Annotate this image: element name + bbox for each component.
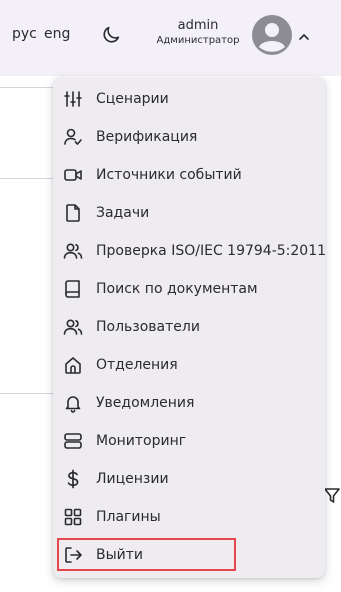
avatar[interactable] [252,15,292,55]
bell-icon [63,393,83,413]
video-icon [63,165,83,185]
menu-item-label: Выйти [96,547,144,563]
menu-item-label: Задачи [96,205,150,221]
user-info[interactable]: admin Администратор [150,18,246,48]
menu-item-licenses[interactable]: Лицензии [63,464,325,494]
menu-item-verification[interactable]: Верификация [63,122,325,152]
menu-item-users[interactable]: Пользователи [63,312,325,342]
menu-item-monitoring[interactable]: Мониторинг [63,426,325,456]
language-en-button[interactable]: eng [44,26,70,42]
menu-item-label: Поиск по документам [96,281,258,297]
menu-item-plugins[interactable]: Плагины [63,502,325,532]
users-icon [63,241,83,261]
menu-item-label: Мониторинг [96,433,187,449]
filter-icon[interactable] [323,486,341,506]
menu-item-label: Плагины [96,509,161,525]
server-icon [63,431,83,451]
users-icon [63,317,83,337]
menu-item-tasks[interactable]: Задачи [63,198,325,228]
menu-item-label: Верификация [96,129,198,145]
language-ru-button[interactable]: рус [12,26,37,42]
moon-icon[interactable] [100,24,122,46]
chevron-up-icon[interactable] [297,29,311,43]
background-divider [0,178,60,179]
user-name: admin [177,18,219,33]
menu-item-document-search[interactable]: Поиск по документам [63,274,325,304]
logout-icon [63,545,83,565]
dollar-icon [63,469,83,489]
user-dropdown-menu: Сценарии Верификация Источники событий З… [53,77,327,578]
menu-item-logout[interactable]: Выйти [63,540,325,570]
grid-icon [63,507,83,527]
menu-item-label: Пользователи [96,319,200,335]
file-icon [63,203,83,223]
user-role: Администратор [156,35,240,46]
menu-item-label: Проверка ISO/IEC 19794-5:2011 [96,243,327,259]
menu-item-label: Сценарии [96,91,169,107]
page: рус eng admin Администратор Сценарии Вер… [0,0,341,592]
menu-item-event-sources[interactable]: Источники событий [63,160,325,190]
background-panel [0,87,60,394]
menu-item-scenarios[interactable]: Сценарии [63,84,325,114]
menu-item-departments[interactable]: Отделения [63,350,325,380]
menu-item-notifications[interactable]: Уведомления [63,388,325,418]
user-check-icon [63,127,83,147]
top-bar: рус eng admin Администратор [0,0,341,76]
menu-item-iso-check[interactable]: Проверка ISO/IEC 19794-5:2011 [63,236,327,266]
home-icon [63,355,83,375]
menu-item-label: Уведомления [96,395,195,411]
menu-item-label: Источники событий [96,167,242,183]
menu-item-label: Отделения [96,357,178,373]
book-icon [63,279,83,299]
menu-item-label: Лицензии [96,471,169,487]
sliders-icon [63,89,83,109]
